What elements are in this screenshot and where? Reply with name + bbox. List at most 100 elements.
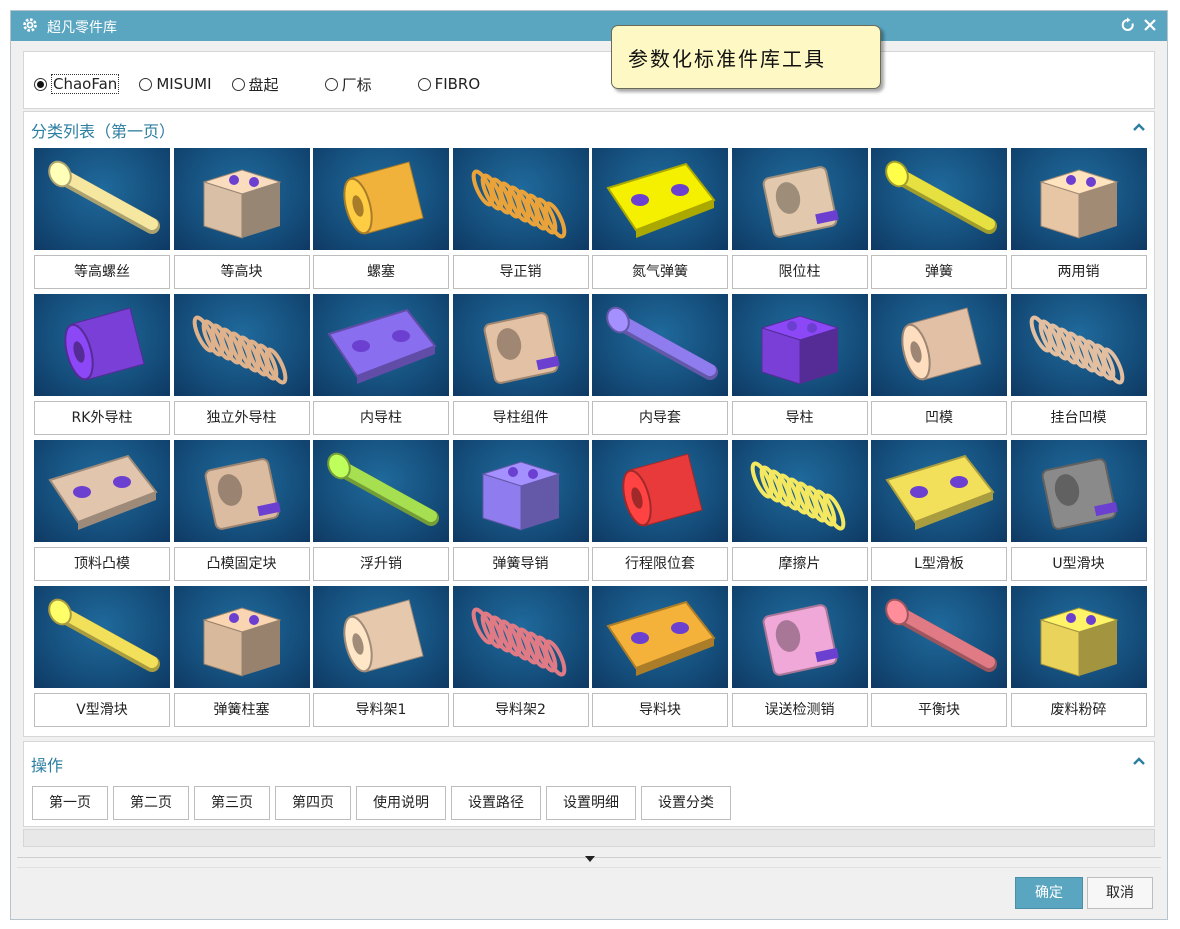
page-4-button[interactable]: 第四页 [275, 786, 351, 820]
category-label-button[interactable]: 摩擦片 [731, 547, 868, 581]
category-thumbnail[interactable] [173, 294, 310, 396]
category-thumbnail[interactable] [34, 148, 170, 250]
radio-misumi[interactable]: MISUMI [139, 75, 212, 93]
category-item[interactable]: 导料架1 [313, 586, 451, 731]
collapse-operations-icon[interactable] [1132, 756, 1146, 766]
category-thumbnail[interactable] [731, 440, 868, 542]
category-thumbnail[interactable] [1010, 294, 1147, 396]
category-thumbnail[interactable] [592, 440, 728, 542]
radio-dot[interactable] [139, 77, 153, 91]
category-item[interactable]: 顶料凸模 [34, 440, 172, 585]
category-item[interactable]: 废料粉碎 [1010, 586, 1149, 731]
category-item[interactable]: 等高块 [173, 148, 312, 293]
radio-punch[interactable]: 盘起 [231, 74, 279, 95]
radio-dot[interactable] [417, 77, 431, 91]
radio-fibro[interactable]: FIBRO [417, 75, 480, 93]
set-details-button[interactable]: 设置明细 [546, 786, 636, 820]
category-thumbnail[interactable] [731, 586, 868, 688]
category-label-button[interactable]: 导柱组件 [452, 401, 589, 435]
category-thumbnail[interactable] [452, 440, 589, 542]
radio-dot[interactable] [324, 77, 338, 91]
set-category-button[interactable]: 设置分类 [641, 786, 731, 820]
category-label-button[interactable]: 平衡块 [871, 693, 1007, 727]
category-thumbnail[interactable] [452, 586, 589, 688]
category-item[interactable]: L型滑板 [871, 440, 1009, 585]
expand-down-icon[interactable] [584, 855, 596, 863]
category-thumbnail[interactable] [1010, 440, 1147, 542]
category-label-button[interactable]: V型滑块 [34, 693, 170, 727]
category-item[interactable]: 螺塞 [313, 148, 451, 293]
category-thumbnail[interactable] [313, 586, 449, 688]
category-item[interactable]: 导料块 [592, 586, 730, 731]
category-thumbnail[interactable] [313, 148, 449, 250]
category-label-button[interactable]: 导正销 [452, 255, 589, 289]
category-item[interactable]: 限位柱 [731, 148, 870, 293]
category-label-button[interactable]: 限位柱 [731, 255, 868, 289]
category-label-button[interactable]: 挂台凹模 [1010, 401, 1147, 435]
category-label-button[interactable]: 行程限位套 [592, 547, 728, 581]
category-item[interactable]: 凸模固定块 [173, 440, 312, 585]
category-item[interactable]: 行程限位套 [592, 440, 730, 585]
radio-dot[interactable] [231, 77, 245, 91]
category-item[interactable]: 凹模 [871, 294, 1009, 439]
category-thumbnail[interactable] [871, 586, 1007, 688]
category-label-button[interactable]: L型滑板 [871, 547, 1007, 581]
category-thumbnail[interactable] [34, 440, 170, 542]
category-thumbnail[interactable] [313, 440, 449, 542]
gear-icon[interactable] [21, 16, 39, 34]
category-label-button[interactable]: 氮气弹簧 [592, 255, 728, 289]
category-thumbnail[interactable] [731, 148, 868, 250]
category-label-button[interactable]: 独立外导柱 [173, 401, 310, 435]
category-item[interactable]: 内导柱 [313, 294, 451, 439]
category-item[interactable]: 摩擦片 [731, 440, 870, 585]
category-label-button[interactable]: 等高螺丝 [34, 255, 170, 289]
category-thumbnail[interactable] [34, 586, 170, 688]
category-label-button[interactable]: 凸模固定块 [173, 547, 310, 581]
category-item[interactable]: 导正销 [452, 148, 591, 293]
page-2-button[interactable]: 第二页 [113, 786, 189, 820]
category-thumbnail[interactable] [452, 294, 589, 396]
instructions-button[interactable]: 使用说明 [356, 786, 446, 820]
page-1-button[interactable]: 第一页 [32, 786, 108, 820]
category-label-button[interactable]: 导料架2 [452, 693, 589, 727]
category-label-button[interactable]: 螺塞 [313, 255, 449, 289]
category-label-button[interactable]: 两用销 [1010, 255, 1147, 289]
category-item[interactable]: 平衡块 [871, 586, 1009, 731]
category-item[interactable]: 两用销 [1010, 148, 1149, 293]
category-item[interactable]: 内导套 [592, 294, 730, 439]
category-item[interactable]: 氮气弹簧 [592, 148, 730, 293]
category-thumbnail[interactable] [1010, 148, 1147, 250]
set-path-button[interactable]: 设置路径 [451, 786, 541, 820]
category-thumbnail[interactable] [173, 440, 310, 542]
category-label-button[interactable]: 弹簧导销 [452, 547, 589, 581]
category-label-button[interactable]: 弹簧 [871, 255, 1007, 289]
category-item[interactable]: 弹簧导销 [452, 440, 591, 585]
category-label-button[interactable]: U型滑块 [1010, 547, 1147, 581]
category-label-button[interactable]: 导柱 [731, 401, 868, 435]
category-label-button[interactable]: 等高块 [173, 255, 310, 289]
radio-chaofan[interactable]: ChaoFan [34, 74, 120, 94]
category-label-button[interactable]: 内导套 [592, 401, 728, 435]
category-item[interactable]: U型滑块 [1010, 440, 1149, 585]
category-thumbnail[interactable] [592, 148, 728, 250]
page-3-button[interactable]: 第三页 [194, 786, 270, 820]
category-thumbnail[interactable] [452, 148, 589, 250]
ok-button[interactable]: 确定 [1015, 877, 1083, 909]
category-label-button[interactable]: 凹模 [871, 401, 1007, 435]
category-thumbnail[interactable] [173, 586, 310, 688]
radio-factory-standard[interactable]: 厂标 [324, 74, 372, 95]
category-item[interactable]: 等高螺丝 [34, 148, 172, 293]
reset-icon[interactable] [1119, 16, 1137, 34]
category-thumbnail[interactable] [34, 294, 170, 396]
category-item[interactable]: RK外导柱 [34, 294, 172, 439]
category-item[interactable]: 弹簧柱塞 [173, 586, 312, 731]
category-label-button[interactable]: RK外导柱 [34, 401, 170, 435]
category-item[interactable]: V型滑块 [34, 586, 172, 731]
category-item[interactable]: 导柱 [731, 294, 870, 439]
category-thumbnail[interactable] [1010, 586, 1147, 688]
category-item[interactable]: 挂台凹模 [1010, 294, 1149, 439]
category-label-button[interactable]: 弹簧柱塞 [173, 693, 310, 727]
category-label-button[interactable]: 导料架1 [313, 693, 449, 727]
category-thumbnail[interactable] [871, 440, 1007, 542]
category-thumbnail[interactable] [871, 294, 1007, 396]
